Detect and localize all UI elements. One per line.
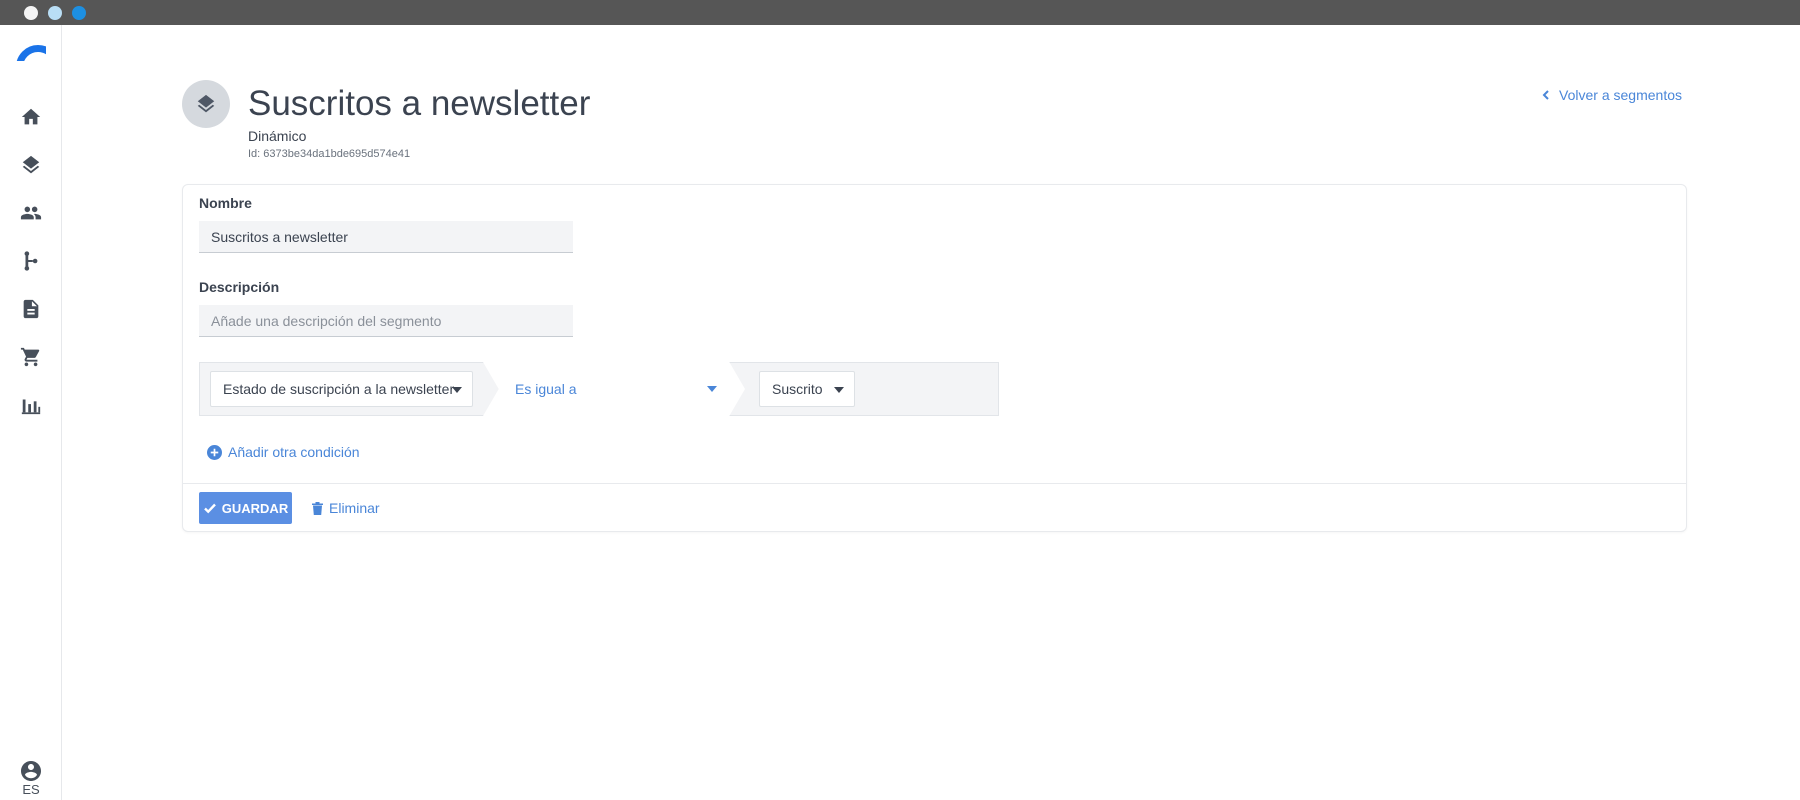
condition-field-value: Estado de suscripción a la newsletter: [223, 381, 455, 397]
back-link-label: Volver a segmentos: [1559, 87, 1682, 103]
document-icon: [23, 299, 39, 319]
add-condition-label: Añadir otra condición: [228, 444, 360, 460]
check-icon: [203, 503, 216, 514]
window-titlebar: [0, 0, 1800, 25]
back-to-segments-link[interactable]: Volver a segmentos: [1541, 87, 1682, 103]
delete-button-label: Eliminar: [329, 500, 380, 516]
sidebar-item-flows[interactable]: [19, 249, 43, 273]
window-minimize-button[interactable]: [48, 6, 62, 20]
name-input[interactable]: [199, 221, 573, 253]
cart-icon: [20, 347, 40, 367]
condition-value-text: Suscrito: [772, 381, 823, 397]
window-close-button[interactable]: [24, 6, 38, 20]
sidebar-item-ecommerce[interactable]: [19, 345, 43, 369]
sidebar-item-contacts[interactable]: [19, 201, 43, 225]
condition-operator-value: Es igual a: [515, 381, 577, 397]
delete-button[interactable]: Eliminar: [311, 500, 380, 516]
user-account-button[interactable]: [19, 759, 43, 783]
caret-down-icon: [834, 387, 844, 393]
condition-value-select[interactable]: Suscrito: [759, 371, 855, 407]
account-circle-icon: [21, 761, 41, 781]
bar-chart-icon: [21, 399, 41, 415]
segment-id: Id: 6373be34da1bde695d574e41: [248, 148, 411, 160]
trash-icon: [312, 502, 323, 515]
layers-icon: [22, 155, 40, 174]
sidebar-item-reports[interactable]: [19, 393, 43, 417]
description-input[interactable]: [199, 305, 573, 337]
language-selector[interactable]: ES: [0, 782, 62, 797]
description-label: Descripción: [199, 279, 280, 295]
flow-icon: [24, 251, 38, 271]
caret-down-icon: [707, 386, 717, 392]
condition-field-select[interactable]: Estado de suscripción a la newsletter: [210, 371, 473, 407]
sidebar-item-segments[interactable]: [19, 153, 43, 177]
segment-form-card: Nombre Descripción Estado de suscripción…: [182, 184, 1687, 532]
sidebar-item-content[interactable]: [19, 297, 43, 321]
home-icon: [21, 108, 41, 125]
save-button[interactable]: GUARDAR: [199, 492, 292, 524]
save-button-label: GUARDAR: [221, 500, 289, 516]
segment-avatar: [182, 80, 230, 128]
layers-icon: [197, 94, 215, 113]
add-condition-link[interactable]: Añadir otra condición: [207, 444, 360, 460]
sidebar: ES: [0, 25, 62, 800]
people-icon: [20, 206, 42, 220]
condition-operator-select[interactable]: Es igual a: [483, 362, 745, 416]
window-maximize-button[interactable]: [72, 6, 86, 20]
sidebar-item-home[interactable]: [19, 105, 43, 129]
plus-circle-icon: [207, 444, 222, 460]
name-label: Nombre: [199, 195, 252, 211]
card-divider: [183, 483, 1686, 484]
chevron-left-icon: [1542, 90, 1549, 100]
segment-type: Dinámico: [248, 128, 307, 144]
page-title: Suscritos a newsletter: [248, 84, 591, 123]
app-logo[interactable]: [16, 45, 46, 61]
caret-down-icon: [452, 387, 462, 393]
condition-row: Estado de suscripción a la newsletter Es…: [199, 362, 999, 416]
